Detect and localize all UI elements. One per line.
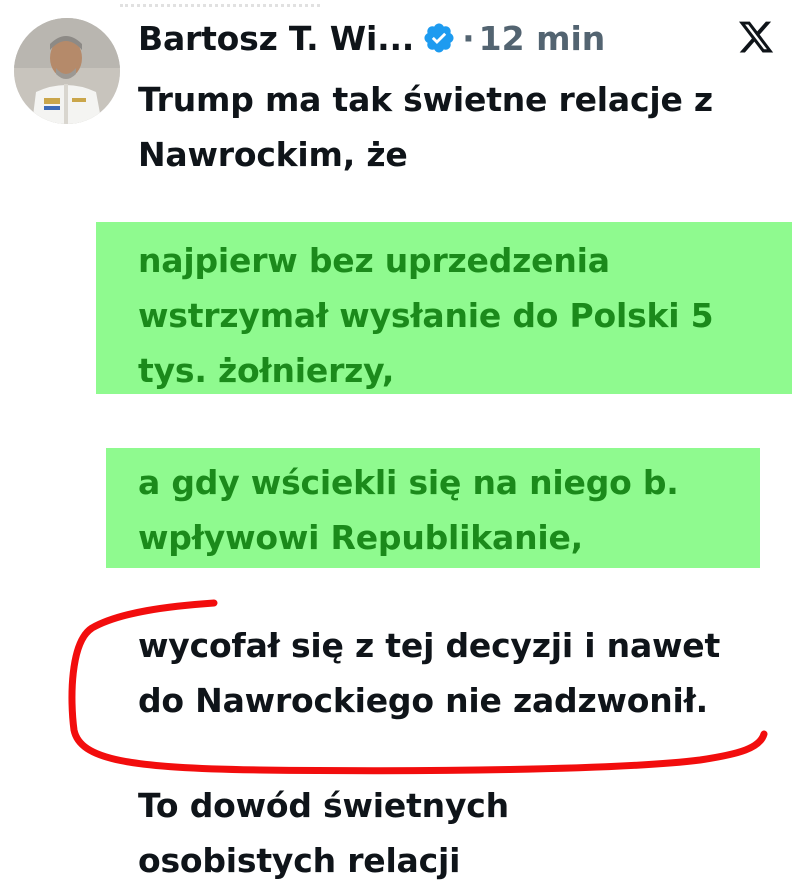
post-time[interactable]: 12 min [479,19,606,58]
x-logo-icon[interactable] [736,18,776,56]
avatar-image [14,18,120,124]
tweet-intro-text: Trump ma tak świetne relacje z Nawrockim… [138,80,713,174]
highlighted-text-1: najpierw bez uprzedzenia wstrzymał wysła… [138,241,714,390]
highlighted-text-2: a gdy wściekli się na niego b. wpływowi … [138,463,679,557]
verified-badge-icon [422,21,456,55]
author-name[interactable]: Bartosz T. Wi... [138,19,414,58]
tweet-closing-text: To dowód świetnych osobistych relacji [138,786,509,880]
previous-tweet-edge [120,0,320,7]
tweet-header: Bartosz T. Wi... · 12 min [138,12,605,64]
author-avatar[interactable] [14,18,120,124]
separator-dot: · [462,18,475,58]
circled-text: wycofał się z tej decyzji i nawet do Naw… [138,626,721,720]
